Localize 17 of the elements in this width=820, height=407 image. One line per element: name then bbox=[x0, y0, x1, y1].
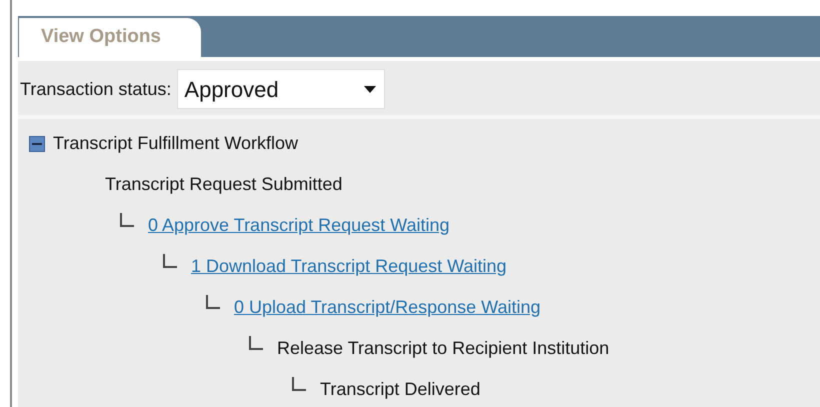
workflow-step-link[interactable]: 1 Download Transcript Request Waiting bbox=[191, 253, 506, 280]
tree-connector bbox=[249, 336, 263, 350]
status-select[interactable]: Approved bbox=[177, 69, 386, 109]
collapse-icon[interactable] bbox=[29, 136, 45, 152]
tree-connector bbox=[163, 254, 177, 268]
tree-node-label: Transcript Fulfillment Workflow bbox=[53, 132, 298, 155]
workflow-step-link[interactable]: 0 Approve Transcript Request Waiting bbox=[148, 212, 450, 239]
caret-icon bbox=[364, 86, 376, 92]
tree-connector bbox=[206, 294, 220, 308]
workflow-step-link[interactable]: 0 Upload Transcript/Response Waiting bbox=[234, 294, 540, 321]
workflow-step: Release Transcript to Recipient Institution bbox=[277, 335, 610, 362]
workflow-step: Transcript Request Submitted bbox=[105, 171, 342, 198]
status-label: Transaction status: bbox=[20, 78, 172, 100]
tab[interactable]: View Options bbox=[19, 18, 202, 57]
tree-connector bbox=[292, 376, 306, 390]
workflow-step: Transcript Delivered bbox=[320, 376, 480, 403]
tree-connector bbox=[120, 212, 134, 226]
